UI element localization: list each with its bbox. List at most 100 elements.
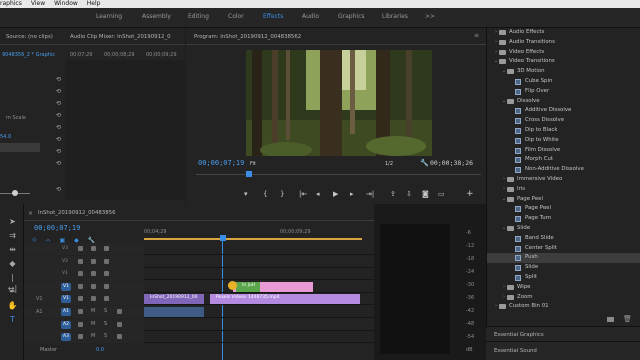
workspace-tab-audio[interactable]: Audio xyxy=(302,13,319,20)
slider-handle[interactable] xyxy=(12,190,18,196)
program-playhead[interactable] xyxy=(246,171,252,177)
program-current-timecode[interactable]: 00;00;07;19 xyxy=(198,159,244,167)
lift-icon[interactable]: ⇪ xyxy=(390,190,396,198)
type-tool-icon[interactable]: T xyxy=(7,314,18,325)
tab-source[interactable]: Source: (no clips) xyxy=(6,32,53,42)
effects-item[interactable]: Push xyxy=(487,253,640,264)
mute-button[interactable]: M xyxy=(91,321,96,327)
go-to-in-icon[interactable]: |⇤ xyxy=(299,190,307,198)
work-area-bar[interactable] xyxy=(144,238,362,240)
sync-lock-icon[interactable] xyxy=(91,283,96,289)
effects-folder[interactable]: › Immersive Video xyxy=(487,175,640,185)
essential-graphics-title[interactable]: Essential Graphics xyxy=(494,330,544,340)
solo-button[interactable]: S xyxy=(104,333,109,339)
effects-folder[interactable]: ⌄ Video Transitions xyxy=(487,57,640,67)
program-scrubber[interactable] xyxy=(196,174,481,182)
track-target-a1[interactable]: A1 xyxy=(61,308,71,316)
track-target-a3[interactable]: A3 xyxy=(61,333,71,342)
menu-window[interactable]: Window xyxy=(54,0,78,8)
go-to-out-icon[interactable]: ⇥| xyxy=(366,190,374,198)
track-select-tool-icon[interactable]: ⇉ xyxy=(7,230,18,241)
value-field[interactable]: 54.0 xyxy=(0,134,11,140)
delete-icon[interactable]: 🗑 xyxy=(623,315,632,323)
effects-folder[interactable]: › Audio Effects xyxy=(487,28,640,38)
step-back-icon[interactable]: ◂ xyxy=(316,190,320,198)
mark-in-icon[interactable]: { xyxy=(263,190,267,198)
timeline-playhead-head[interactable] xyxy=(220,235,226,241)
effects-folder[interactable]: ⌄ 3D Motion xyxy=(487,67,640,77)
source-patch[interactable]: A1 xyxy=(36,309,43,315)
mute-button[interactable]: M xyxy=(91,333,96,339)
workspace-tab-learning[interactable]: Learning xyxy=(96,13,122,20)
play-icon[interactable]: ▶ xyxy=(333,190,338,198)
reset-icon[interactable]: ⟲ xyxy=(56,112,61,119)
timeline-tab[interactable]: InShot_20190912_00483856 xyxy=(38,208,118,218)
lock-icon[interactable] xyxy=(78,271,83,277)
track-target-v1[interactable]: V1 xyxy=(62,268,68,280)
reset-icon[interactable]: ⟲ xyxy=(56,186,61,193)
reset-icon[interactable]: ⟲ xyxy=(56,100,61,107)
effects-folder[interactable]: › Iris xyxy=(487,185,640,195)
keyframe-area[interactable] xyxy=(66,60,185,200)
lock-icon[interactable] xyxy=(78,246,83,251)
hand-tool-icon[interactable]: ✋ xyxy=(7,300,18,311)
razor-tool-icon[interactable]: ◆ xyxy=(7,258,18,269)
track-target-v1[interactable]: V1 xyxy=(61,295,71,304)
add-marker-icon[interactable]: ▾ xyxy=(244,190,248,198)
reset-icon[interactable]: ⟲ xyxy=(56,136,61,143)
reset-icon[interactable]: ⟲ xyxy=(56,88,61,95)
track-target-a2[interactable]: A2 xyxy=(61,320,71,329)
program-video-frame[interactable] xyxy=(246,50,432,156)
add-button-icon[interactable]: + xyxy=(466,189,474,199)
eye-icon[interactable] xyxy=(104,258,109,264)
sync-lock-icon[interactable] xyxy=(91,246,96,251)
wrench-icon[interactable]: 🔧 xyxy=(420,159,429,167)
workspace-tab-graphics[interactable]: Graphics xyxy=(338,13,365,20)
extract-icon[interactable]: ⇩ xyxy=(406,190,412,198)
lock-icon[interactable] xyxy=(78,334,83,340)
timeline-track[interactable]: A3 M S xyxy=(24,331,374,344)
effects-item[interactable]: Page Turn xyxy=(487,214,640,224)
effects-item[interactable]: Dip to Black xyxy=(487,126,640,136)
mic-icon[interactable] xyxy=(117,334,122,340)
workspace-more[interactable]: >> xyxy=(425,13,435,20)
step-forward-icon[interactable]: ▸ xyxy=(350,190,354,198)
menu-view[interactable]: View xyxy=(31,0,45,8)
video-clip-1[interactable]: InShot_20190912_00 xyxy=(144,294,204,304)
fit-dropdown[interactable]: Fit xyxy=(250,161,256,167)
eye-icon[interactable] xyxy=(104,246,109,251)
menu-graphics[interactable]: raphics xyxy=(0,0,22,8)
export-frame-icon[interactable]: ◙ xyxy=(422,190,429,198)
solo-button[interactable]: S xyxy=(104,308,109,314)
effects-item[interactable]: Split xyxy=(487,273,640,283)
audio-clip-1[interactable] xyxy=(144,307,204,317)
workspace-tab-editing[interactable]: Editing xyxy=(188,13,209,20)
workspace-tab-effects[interactable]: Effects xyxy=(263,13,283,20)
selection-tool-icon[interactable]: ➤ xyxy=(7,216,18,227)
effects-folder[interactable]: › Custom Bin 01 xyxy=(487,302,640,312)
eye-icon[interactable] xyxy=(104,271,109,277)
new-bin-icon[interactable] xyxy=(607,317,614,322)
mark-out-icon[interactable]: } xyxy=(280,190,284,198)
effects-folder[interactable]: › Video Effects xyxy=(487,48,640,58)
timeline-track[interactable]: A2 M S xyxy=(24,318,374,331)
workspace-tab-libraries[interactable]: Libraries xyxy=(382,13,408,20)
effects-item[interactable]: Dip to White xyxy=(487,136,640,146)
reset-icon[interactable]: ⟲ xyxy=(56,160,61,167)
reset-icon[interactable]: ⟲ xyxy=(56,76,61,83)
effects-item[interactable]: Center Split xyxy=(487,244,640,254)
effects-item[interactable]: Flip Over xyxy=(487,87,640,97)
effects-item[interactable]: Page Peel xyxy=(487,204,640,214)
mic-icon[interactable] xyxy=(117,309,122,314)
panel-menu-icon[interactable]: ≡ xyxy=(474,32,479,39)
timeline-track[interactable]: V3 xyxy=(24,243,374,255)
essential-sound-title[interactable]: Essential Sound xyxy=(494,346,537,356)
lock-icon[interactable] xyxy=(78,258,83,264)
effects-folder[interactable]: › Audio Transitions xyxy=(487,38,640,48)
timeline-track[interactable]: V2 xyxy=(24,255,374,268)
lock-icon[interactable] xyxy=(78,309,83,314)
effects-item[interactable]: Film Dissolve xyxy=(487,146,640,156)
timeline-track[interactable]: V1 xyxy=(24,268,374,281)
timeline-timecode[interactable]: 00;00;07;19 xyxy=(34,224,80,232)
effects-item[interactable]: Morph Cut xyxy=(487,155,640,165)
